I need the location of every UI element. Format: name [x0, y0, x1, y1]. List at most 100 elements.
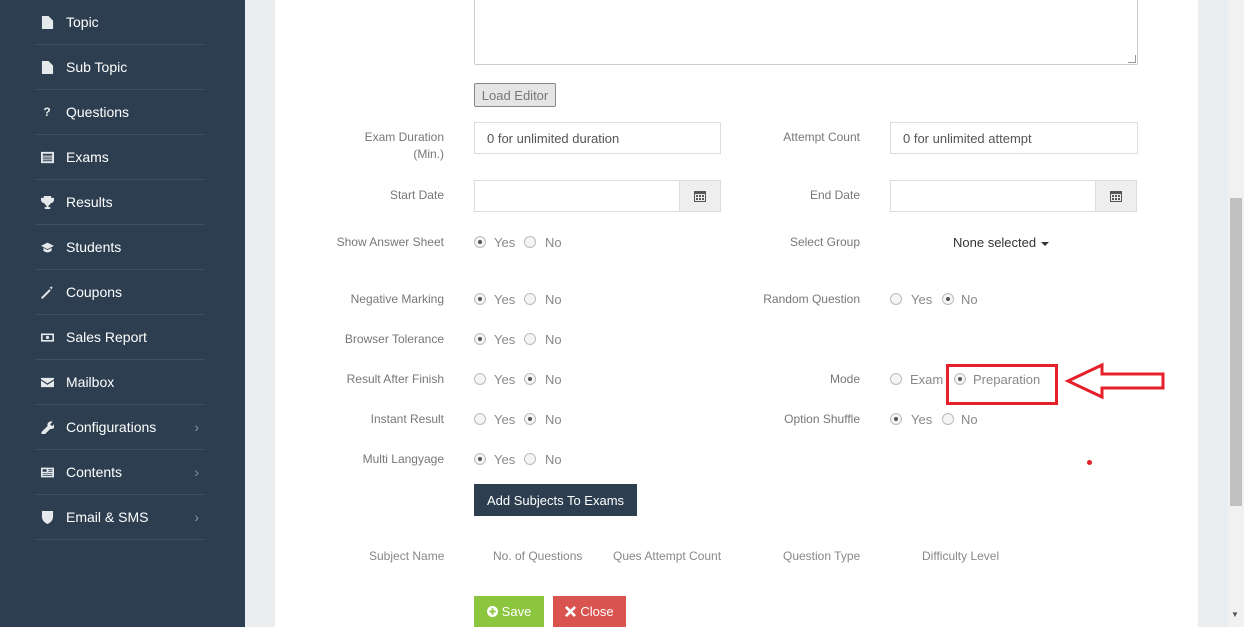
- main-panel: [275, 0, 1198, 627]
- difficulty-level-header: Difficulty Level: [922, 549, 1000, 563]
- radio-label: No: [545, 412, 562, 427]
- newspaper-icon: [40, 465, 54, 479]
- start-date-input[interactable]: [474, 180, 721, 212]
- calendar-icon[interactable]: [1095, 181, 1136, 211]
- subject-name-header: Subject Name: [369, 549, 445, 563]
- multi-language-no-radio[interactable]: [524, 453, 536, 465]
- sidebar-item-label: Mailbox: [66, 374, 115, 390]
- instant-result-label: Instant Result: [370, 412, 444, 426]
- money-icon: [40, 330, 54, 344]
- sidebar-item-sub-topic[interactable]: Sub Topic: [35, 45, 205, 90]
- result-after-finish-no-radio[interactable]: [524, 373, 536, 385]
- sidebar-item-coupons[interactable]: Coupons: [35, 270, 205, 315]
- sidebar-item-label: Sub Topic: [66, 59, 128, 75]
- negative-marking-no-radio[interactable]: [524, 293, 536, 305]
- multi-language-yes-radio[interactable]: [474, 453, 486, 465]
- browser-tolerance-label: Browser Tolerance: [344, 332, 444, 346]
- plus-circle-icon: [486, 606, 498, 617]
- dropdown-value: None selected: [953, 235, 1037, 250]
- shield-icon: [40, 510, 54, 524]
- sidebar-item-students[interactable]: Students: [35, 225, 205, 270]
- calendar-icon[interactable]: [679, 181, 720, 211]
- description-textarea[interactable]: [474, 0, 1138, 65]
- sidebar-item-label: Results: [66, 194, 113, 210]
- sidebar-item-questions[interactable]: ? Questions: [35, 90, 205, 135]
- magic-wand-icon: [40, 285, 54, 299]
- ques-attempt-count-header: Ques Attempt Count: [613, 549, 722, 563]
- sidebar-item-exams[interactable]: Exams: [35, 135, 205, 180]
- browser-tolerance-yes-radio[interactable]: [474, 333, 486, 345]
- show-answer-sheet-no-radio[interactable]: [524, 236, 536, 248]
- show-answer-sheet-yes-radio[interactable]: [474, 236, 486, 248]
- save-button[interactable]: Save: [474, 596, 544, 627]
- radio-label: No: [545, 372, 562, 387]
- end-date-label: End Date: [809, 188, 860, 202]
- random-question-no-radio[interactable]: [942, 293, 954, 305]
- exam-duration-label: Exam Duration (Min.): [364, 130, 444, 161]
- radio-label: Yes: [494, 372, 516, 387]
- close-button[interactable]: Close: [553, 596, 626, 627]
- chevron-right-icon: ›: [194, 419, 199, 435]
- sidebar-item-email-sms[interactable]: Email & SMS ›: [35, 495, 205, 540]
- scroll-down-icon[interactable]: ▼: [1231, 610, 1239, 619]
- radio-label: No: [545, 332, 562, 347]
- sidebar-item-contents[interactable]: Contents ›: [35, 450, 205, 495]
- exam-duration-input[interactable]: 0 for unlimited duration: [474, 122, 721, 154]
- end-date-input[interactable]: [890, 180, 1137, 212]
- radio-label: Yes: [494, 332, 516, 347]
- sidebar-item-label: Contents: [66, 464, 123, 480]
- times-icon: [565, 606, 577, 617]
- sidebar-item-results[interactable]: Results: [35, 180, 205, 225]
- sidebar-item-configurations[interactable]: Configurations ›: [35, 405, 205, 450]
- sidebar: Topic Sub Topic ? Questions Exams Result…: [0, 0, 245, 627]
- result-after-finish-yes-radio[interactable]: [474, 373, 486, 385]
- option-shuffle-yes-radio[interactable]: [890, 413, 902, 425]
- select-group-dropdown[interactable]: None selected: [953, 235, 1050, 250]
- sidebar-item-mailbox[interactable]: Mailbox: [35, 360, 205, 405]
- sidebar-item-label: Configurations: [66, 419, 157, 435]
- annotation-dot: [1087, 460, 1092, 465]
- option-shuffle-no-radio[interactable]: [942, 413, 954, 425]
- add-subjects-button[interactable]: Add Subjects To Exams: [474, 484, 637, 516]
- caret-down-icon: [1041, 241, 1050, 246]
- random-question-label: Random Question: [763, 292, 860, 306]
- save-label: Save: [501, 604, 532, 619]
- sidebar-item-label: Coupons: [66, 284, 123, 300]
- result-after-finish-label: Result After Finish: [346, 372, 444, 386]
- radio-label: No: [961, 412, 978, 427]
- mode-label: Mode: [829, 372, 860, 386]
- sidebar-item-label: Exams: [66, 149, 109, 165]
- radio-label: Yes: [494, 235, 516, 250]
- scrollbar-thumb[interactable]: [1230, 198, 1242, 506]
- no-of-questions-header: No. of Questions: [493, 549, 583, 563]
- annotation-highlight-box: [946, 364, 1058, 405]
- sidebar-item-label: Sales Report: [66, 329, 147, 345]
- sidebar-item-label: Email & SMS: [66, 509, 149, 525]
- negative-marking-yes-radio[interactable]: [474, 293, 486, 305]
- chevron-right-icon: ›: [194, 509, 199, 525]
- resize-grip-icon[interactable]: [1128, 55, 1136, 63]
- file-icon: [40, 15, 54, 29]
- browser-tolerance-no-radio[interactable]: [524, 333, 536, 345]
- close-label: Close: [580, 604, 614, 619]
- select-group-label: Select Group: [789, 235, 860, 249]
- sidebar-item-label: Questions: [66, 104, 130, 120]
- file-icon: [40, 60, 54, 74]
- instant-result-yes-radio[interactable]: [474, 413, 486, 425]
- attempt-count-input[interactable]: 0 for unlimited attempt: [890, 122, 1138, 154]
- sidebar-item-topic[interactable]: Topic: [35, 0, 205, 45]
- question-icon: ?: [43, 105, 51, 119]
- mode-exam-radio[interactable]: [890, 373, 902, 385]
- annotation-arrow-icon: [1064, 362, 1165, 400]
- envelope-icon: [40, 375, 54, 389]
- list-icon: [40, 150, 54, 164]
- load-editor-button[interactable]: Load Editor: [474, 83, 556, 107]
- sidebar-item-label: Topic: [66, 14, 99, 30]
- question-type-header: Question Type: [783, 549, 861, 563]
- sidebar-item-sales-report[interactable]: Sales Report: [35, 315, 205, 360]
- graduation-cap-icon: [40, 240, 54, 254]
- instant-result-no-radio[interactable]: [524, 413, 536, 425]
- radio-label: Yes: [494, 452, 516, 467]
- chevron-right-icon: ›: [194, 464, 199, 480]
- random-question-yes-radio[interactable]: [890, 293, 902, 305]
